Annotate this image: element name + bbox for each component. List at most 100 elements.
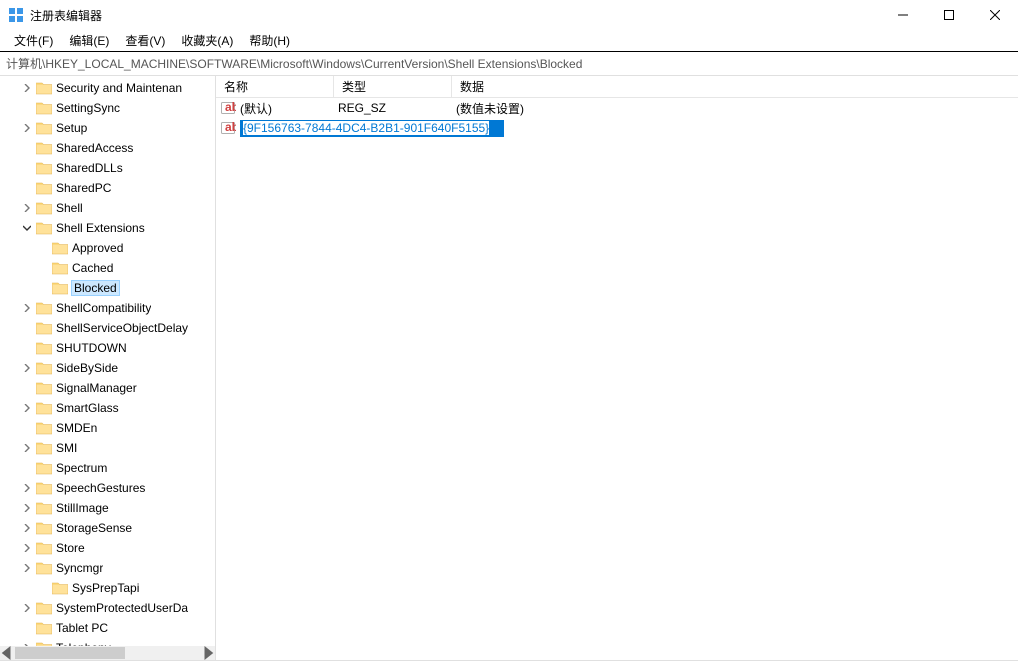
minimize-button[interactable] (880, 0, 926, 30)
chevron-right-icon[interactable] (20, 541, 34, 555)
chevron-down-icon[interactable] (20, 221, 34, 235)
tree-node[interactable]: Cached (0, 258, 215, 278)
tree-node[interactable]: StorageSense (0, 518, 215, 538)
folder-icon (52, 281, 68, 295)
twisty-spacer (20, 621, 34, 635)
tree-node[interactable]: Setup (0, 118, 215, 138)
tree-node[interactable]: SystemProtectedUserDa (0, 598, 215, 618)
tree-node[interactable]: SmartGlass (0, 398, 215, 418)
column-header-type[interactable]: 类型 (334, 76, 452, 97)
tree-node-label: SHUTDOWN (56, 341, 127, 355)
window-title: 注册表编辑器 (30, 7, 102, 24)
tree-node-label: SystemProtectedUserDa (56, 601, 188, 615)
tree-node[interactable]: Store (0, 538, 215, 558)
tree-node[interactable]: SettingSync (0, 98, 215, 118)
tree-node[interactable]: SpeechGestures (0, 478, 215, 498)
twisty-spacer (36, 261, 50, 275)
svg-text:ab: ab (225, 100, 236, 114)
menu-help[interactable]: 帮助(H) (241, 30, 298, 51)
tree-node-label: Cached (72, 261, 113, 275)
chevron-right-icon[interactable] (20, 301, 34, 315)
twisty-spacer (20, 101, 34, 115)
tree-node[interactable]: Security and Maintenan (0, 78, 215, 98)
address-path: 计算机\HKEY_LOCAL_MACHINE\SOFTWARE\Microsof… (6, 55, 582, 72)
tree-node[interactable]: SHUTDOWN (0, 338, 215, 358)
tree-node[interactable]: ShellServiceObjectDelay (0, 318, 215, 338)
folder-icon (36, 101, 52, 115)
tree-node-label: StorageSense (56, 521, 132, 535)
folder-icon (52, 241, 68, 255)
value-row[interactable]: ab(默认)REG_SZ(数值未设置) (216, 98, 1018, 118)
address-bar[interactable]: 计算机\HKEY_LOCAL_MACHINE\SOFTWARE\Microsof… (0, 52, 1018, 76)
value-row-editing[interactable]: ab (216, 118, 1018, 138)
tree-node[interactable]: Spectrum (0, 458, 215, 478)
tree-node[interactable]: SideBySide (0, 358, 215, 378)
folder-icon (36, 541, 52, 555)
tree-node[interactable]: Blocked (0, 278, 215, 298)
keys-tree-pane: Security and Maintenan SettingSyncSetup Sh… (0, 76, 216, 660)
tree-node[interactable]: ShellCompatibility (0, 298, 215, 318)
tree-node-label: SysPrepTapi (72, 581, 139, 595)
folder-icon (36, 501, 52, 515)
string-value-icon: ab (220, 100, 236, 116)
tree-node-label: SharedAccess (56, 141, 133, 155)
tree-node[interactable]: Syncmgr (0, 558, 215, 578)
tree-node[interactable]: SMI (0, 438, 215, 458)
chevron-right-icon[interactable] (20, 81, 34, 95)
column-header-name[interactable]: 名称 (216, 76, 334, 97)
values-list[interactable]: ab(默认)REG_SZ(数值未设置)ab (216, 98, 1018, 660)
tree-node[interactable]: SignalManager (0, 378, 215, 398)
chevron-right-icon[interactable] (20, 481, 34, 495)
folder-icon (36, 141, 52, 155)
chevron-right-icon[interactable] (20, 121, 34, 135)
tree-node[interactable]: Tablet PC (0, 618, 215, 638)
maximize-button[interactable] (926, 0, 972, 30)
status-bar (0, 661, 1018, 671)
column-header-data[interactable]: 数据 (452, 76, 1018, 97)
chevron-right-icon[interactable] (20, 501, 34, 515)
scroll-thumb[interactable] (15, 647, 125, 659)
tree-hscrollbar[interactable] (0, 646, 215, 660)
tree-node[interactable]: SysPrepTapi (0, 578, 215, 598)
string-value-icon: ab (220, 120, 236, 136)
menu-file[interactable]: 文件(F) (6, 30, 61, 51)
tree-node[interactable]: SharedPC (0, 178, 215, 198)
chevron-right-icon[interactable] (20, 441, 34, 455)
twisty-spacer (20, 461, 34, 475)
menu-bar: 文件(F) 编辑(E) 查看(V) 收藏夹(A) 帮助(H) (0, 30, 1018, 52)
keys-tree[interactable]: Security and Maintenan SettingSyncSetup Sh… (0, 78, 215, 660)
tree-node-label: SmartGlass (56, 401, 119, 415)
close-button[interactable] (972, 0, 1018, 30)
twisty-spacer (36, 581, 50, 595)
menu-view[interactable]: 查看(V) (117, 30, 173, 51)
folder-icon (36, 121, 52, 135)
tree-node[interactable]: SMDEn (0, 418, 215, 438)
tree-node-label: Security and Maintenan (56, 81, 182, 95)
value-name-input[interactable] (240, 120, 504, 137)
tree-node-label: Store (56, 541, 85, 555)
chevron-right-icon[interactable] (20, 521, 34, 535)
twisty-spacer (20, 421, 34, 435)
chevron-right-icon[interactable] (20, 601, 34, 615)
scroll-left-button[interactable] (0, 646, 14, 660)
tree-node[interactable]: Approved (0, 238, 215, 258)
chevron-right-icon[interactable] (20, 201, 34, 215)
folder-icon (36, 221, 52, 235)
tree-node[interactable]: SharedAccess (0, 138, 215, 158)
tree-node[interactable]: StillImage (0, 498, 215, 518)
tree-node-label: Blocked (72, 281, 119, 295)
chevron-right-icon[interactable] (20, 401, 34, 415)
title-bar: 注册表编辑器 (0, 0, 1018, 30)
menu-favorites[interactable]: 收藏夹(A) (173, 30, 241, 51)
chevron-right-icon[interactable] (20, 561, 34, 575)
scroll-right-button[interactable] (201, 646, 215, 660)
tree-node[interactable]: SharedDLLs (0, 158, 215, 178)
menu-edit[interactable]: 编辑(E) (61, 30, 117, 51)
tree-node[interactable]: Shell (0, 198, 215, 218)
value-data: (数值未设置) (452, 100, 1018, 117)
folder-icon (36, 421, 52, 435)
folder-icon (36, 301, 52, 315)
chevron-right-icon[interactable] (20, 361, 34, 375)
tree-node[interactable]: Shell Extensions (0, 218, 215, 238)
folder-icon (36, 361, 52, 375)
